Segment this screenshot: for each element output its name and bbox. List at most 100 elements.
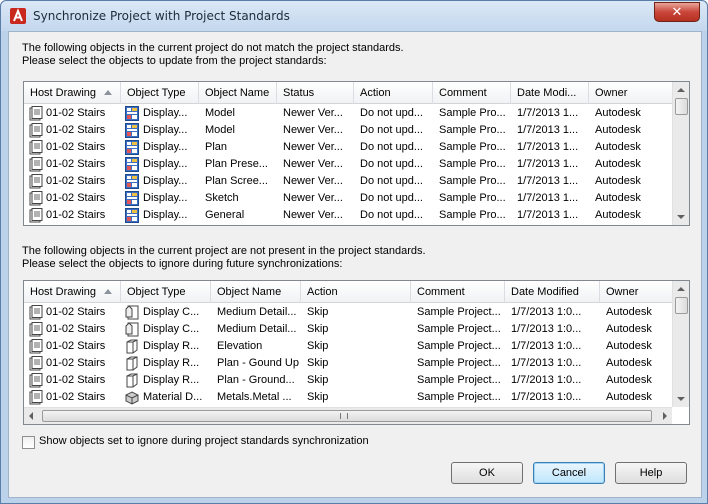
close-button[interactable]: ✕ <box>654 2 700 22</box>
table-row[interactable]: 01-02 Stairs Display... Plan Scree... Newer… <box>24 173 674 190</box>
horizontal-scroll-thumb[interactable] <box>42 410 652 422</box>
cell-text: Sample Pro... <box>439 141 506 153</box>
table-row[interactable]: 01-02 Stairs Display... Model Newer Ver... D… <box>24 105 674 122</box>
scroll-left-icon[interactable] <box>29 412 33 420</box>
table-row[interactable]: 01-02 Stairs Display... Sketch Newer Ver...… <box>24 190 674 207</box>
column-header-date-modi[interactable]: Date Modi... <box>511 82 589 104</box>
cell-type: Display... <box>121 207 199 224</box>
cell-text: Display... <box>143 141 188 153</box>
table-row[interactable]: 01-02 Stairs Display R... Elevation Skip Sam… <box>24 338 674 355</box>
table-row[interactable]: 01-02 Stairs Display C... Medium Detail...… <box>24 304 674 321</box>
column-header-label: Status <box>283 87 315 99</box>
cell-type: Display C... <box>121 321 211 338</box>
cell-text: Medium Detail... <box>217 323 297 335</box>
horizontal-scrollbar[interactable] <box>24 407 672 424</box>
scroll-thumb[interactable] <box>675 297 688 314</box>
table-row[interactable]: 01-02 Stairs Display... General Newer Ver..… <box>24 207 674 224</box>
column-header-comment[interactable]: Comment <box>411 281 505 303</box>
column-header-comment[interactable]: Comment <box>433 82 511 104</box>
cell-status: Newer Ver... <box>277 156 354 173</box>
ok-button[interactable]: OK <box>451 462 523 484</box>
column-header-action[interactable]: Action <box>301 281 411 303</box>
column-header-object-type[interactable]: Object Type <box>121 281 211 303</box>
show-ignored-checkbox[interactable] <box>22 436 35 449</box>
cell-text: Model <box>205 124 235 136</box>
cell-type: Display C... <box>121 304 211 321</box>
cell-text: Display R... <box>143 340 200 352</box>
cell-text: Display... <box>143 107 188 119</box>
cell-owner: Autodesk <box>589 139 674 156</box>
cell-text: Display R... <box>143 374 200 386</box>
table-row[interactable]: 01-02 Stairs Display R... Plan - Gound Up S… <box>24 355 674 372</box>
column-header-host-drawing[interactable]: Host Drawing <box>24 82 121 104</box>
table-row[interactable]: 01-02 Stairs Display R... Plan - Ground...… <box>24 372 674 389</box>
cell-owner: Autodesk <box>600 338 674 355</box>
autocad-logo-icon <box>10 8 26 24</box>
cell-action: Do not upd... <box>354 105 433 122</box>
vertical-scrollbar[interactable] <box>672 82 689 225</box>
scroll-right-icon[interactable] <box>663 412 667 420</box>
column-header-label: Object Name <box>205 87 270 99</box>
cell-host: 01-02 Stairs <box>24 173 121 190</box>
column-header-date-modified[interactable]: Date Modified <box>505 281 600 303</box>
drawing-file-icon <box>29 373 43 388</box>
column-header-object-type[interactable]: Object Type <box>121 82 199 104</box>
scroll-up-icon[interactable] <box>677 287 685 291</box>
cell-date: 1/7/2013 1:0... <box>505 338 600 355</box>
column-header-label: Owner <box>595 87 628 99</box>
cell-text: Model <box>205 107 235 119</box>
cell-text: Display C... <box>143 306 200 318</box>
cancel-button[interactable]: Cancel <box>533 462 605 484</box>
vertical-scrollbar[interactable] <box>672 281 689 407</box>
scroll-up-icon[interactable] <box>677 88 685 92</box>
cell-action: Skip <box>301 338 411 355</box>
cell-text: 1/7/2013 1... <box>517 175 579 187</box>
column-header-owner[interactable]: Owner <box>589 82 674 104</box>
cell-text: Autodesk <box>595 141 641 153</box>
cell-text: 01-02 Stairs <box>46 158 106 170</box>
top-line-1: The following objects in the current pro… <box>22 42 404 54</box>
column-header-object-name[interactable]: Object Name <box>199 82 277 104</box>
display-rep-icon <box>125 373 139 388</box>
help-button[interactable]: Help <box>615 462 687 484</box>
mismatch-objects-table[interactable]: Host Drawing Object Type Object Name Status… <box>23 81 690 226</box>
cell-text: Plan - Ground... <box>217 374 295 386</box>
cell-host: 01-02 Stairs <box>24 389 121 406</box>
cell-host: 01-02 Stairs <box>24 122 121 139</box>
cell-comment: Sample Project... <box>411 372 505 389</box>
drawing-file-icon <box>29 208 43 223</box>
missing-objects-table[interactable]: Host Drawing Object Type Object Name Action… <box>23 280 690 425</box>
cell-type: Display... <box>121 105 199 122</box>
column-header-object-name[interactable]: Object Name <box>211 281 301 303</box>
cell-text: Sample Pro... <box>439 124 506 136</box>
drawing-file-icon <box>29 191 43 206</box>
column-header-label: Action <box>307 286 338 298</box>
table-row[interactable]: 01-02 Stairs Material D... Metals.Metal ..… <box>24 389 674 406</box>
column-header-host-drawing[interactable]: Host Drawing <box>24 281 121 303</box>
scroll-down-icon[interactable] <box>677 397 685 401</box>
cell-host: 01-02 Stairs <box>24 105 121 122</box>
title-bar[interactable]: Synchronize Project with Project Standar… <box>1 1 707 31</box>
cell-comment: Sample Pro... <box>433 122 511 139</box>
cell-action: Do not upd... <box>354 190 433 207</box>
table-row[interactable]: 01-02 Stairs Display... Plan Newer Ver... Do… <box>24 139 674 156</box>
scroll-thumb[interactable] <box>675 98 688 115</box>
cell-comment: Sample Project... <box>411 355 505 372</box>
cell-text: Plan Prese... <box>205 158 268 170</box>
cell-text: Elevation <box>217 340 263 352</box>
scroll-down-icon[interactable] <box>677 215 685 219</box>
cell-owner: Autodesk <box>600 355 674 372</box>
display-set-icon <box>125 140 139 155</box>
table-row[interactable]: 01-02 Stairs Display... Model Newer Ver... D… <box>24 122 674 139</box>
column-header-status[interactable]: Status <box>277 82 354 104</box>
column-header-label: Host Drawing <box>30 286 97 298</box>
column-header-action[interactable]: Action <box>354 82 433 104</box>
cell-text: Do not upd... <box>360 107 423 119</box>
table-row[interactable]: 01-02 Stairs Display C... Medium Detail...… <box>24 321 674 338</box>
sort-ascending-icon <box>104 90 112 95</box>
cell-text: Metals.Metal ... <box>217 391 292 403</box>
show-ignored-label[interactable]: Show objects set to ignore during projec… <box>39 435 369 447</box>
column-header-owner[interactable]: Owner <box>600 281 674 303</box>
column-header-label: Object Type <box>127 286 186 298</box>
table-row[interactable]: 01-02 Stairs Display... Plan Prese... Newer… <box>24 156 674 173</box>
